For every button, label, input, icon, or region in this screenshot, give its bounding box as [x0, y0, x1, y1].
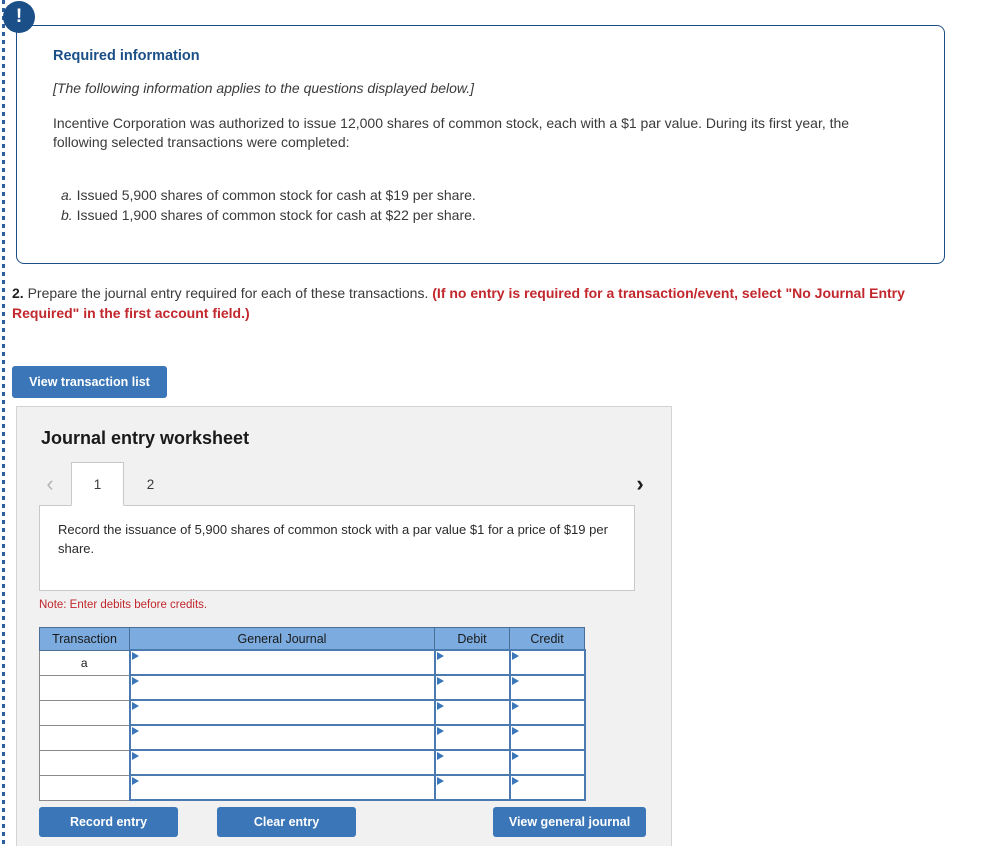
left-dotted-rail	[2, 0, 5, 846]
question-body: Prepare the journal entry required for e…	[23, 285, 433, 301]
transaction-cell[interactable]	[39, 774, 130, 801]
required-information-paragraph: Incentive Corporation was authorized to …	[53, 115, 850, 150]
transaction-item-a-label: a.	[61, 187, 73, 203]
chevron-right-icon[interactable]: ›	[629, 470, 651, 498]
worksheet-description-panel: Record the issuance of 5,900 shares of c…	[39, 505, 635, 591]
credit-input[interactable]	[508, 649, 586, 676]
worksheet-tab-1[interactable]: 1	[71, 462, 124, 506]
general-journal-input[interactable]	[128, 749, 436, 776]
table-row	[39, 724, 586, 751]
question-number: 2.	[12, 285, 24, 301]
worksheet-note: Note: Enter debits before credits.	[39, 599, 208, 611]
transaction-cell[interactable]	[39, 749, 130, 776]
general-journal-input[interactable]	[128, 724, 436, 751]
debit-input[interactable]	[433, 699, 511, 726]
transaction-item-b-label: b.	[61, 206, 73, 223]
record-entry-button[interactable]: Record entry	[39, 807, 178, 837]
column-header-debit: Debit	[434, 627, 510, 651]
view-general-journal-button[interactable]: View general journal	[493, 807, 646, 837]
credit-input[interactable]	[508, 699, 586, 726]
exclamation-icon: !	[3, 1, 35, 33]
table-row	[39, 699, 586, 726]
general-journal-input[interactable]	[128, 699, 436, 726]
debit-input[interactable]	[433, 649, 511, 676]
clear-entry-button[interactable]: Clear entry	[217, 807, 356, 837]
credit-input[interactable]	[508, 724, 586, 751]
column-header-credit: Credit	[509, 627, 585, 651]
table-row: a	[39, 649, 586, 676]
worksheet-description-text: Record the issuance of 5,900 shares of c…	[58, 522, 608, 556]
credit-input[interactable]	[508, 774, 586, 801]
transaction-cell[interactable]: a	[39, 649, 130, 676]
transaction-cell[interactable]	[39, 674, 130, 701]
credit-input[interactable]	[508, 749, 586, 776]
debit-input[interactable]	[433, 749, 511, 776]
table-header-row: Transaction General Journal Debit Credit	[39, 627, 585, 651]
required-information-title: Required information	[53, 48, 200, 64]
general-journal-input[interactable]	[128, 774, 436, 801]
column-header-general-journal: General Journal	[129, 627, 435, 651]
view-transaction-list-button[interactable]: View transaction list	[12, 366, 167, 398]
chevron-left-icon[interactable]: ‹	[39, 470, 61, 498]
debit-input[interactable]	[433, 724, 511, 751]
question-text: 2. Prepare the journal entry required fo…	[12, 283, 912, 323]
column-header-transaction: Transaction	[39, 627, 130, 651]
required-information-note: [The following information applies to th…	[53, 80, 475, 96]
credit-input[interactable]	[508, 674, 586, 701]
required-information-callout: Required information [The following info…	[16, 25, 945, 264]
transaction-item-b: b. Issued 1,900 shares of common stock f…	[61, 206, 914, 226]
transaction-item-a: a. Issued 5,900 shares of common stock f…	[61, 186, 914, 206]
table-row	[39, 749, 586, 776]
transaction-item-b-text: Issued 1,900 shares of common stock for …	[72, 206, 476, 223]
debit-input[interactable]	[433, 674, 511, 701]
debit-input[interactable]	[433, 774, 511, 801]
table-row	[39, 774, 586, 801]
general-journal-input[interactable]	[128, 649, 436, 676]
journal-entry-worksheet-panel: Journal entry worksheet ‹ 1 2 › Record t…	[16, 406, 672, 846]
worksheet-tab-2[interactable]: 2	[124, 462, 177, 506]
general-journal-input[interactable]	[128, 674, 436, 701]
worksheet-tabstrip: ‹ 1 2 ›	[39, 462, 651, 509]
transaction-cell[interactable]	[39, 699, 130, 726]
journal-entry-table: Transaction General Journal Debit Credit…	[39, 627, 586, 801]
transaction-item-a-text: Issued 5,900 shares of common stock for …	[72, 187, 476, 203]
worksheet-title: Journal entry worksheet	[41, 428, 250, 448]
table-row	[39, 674, 586, 701]
transaction-cell[interactable]	[39, 724, 130, 751]
